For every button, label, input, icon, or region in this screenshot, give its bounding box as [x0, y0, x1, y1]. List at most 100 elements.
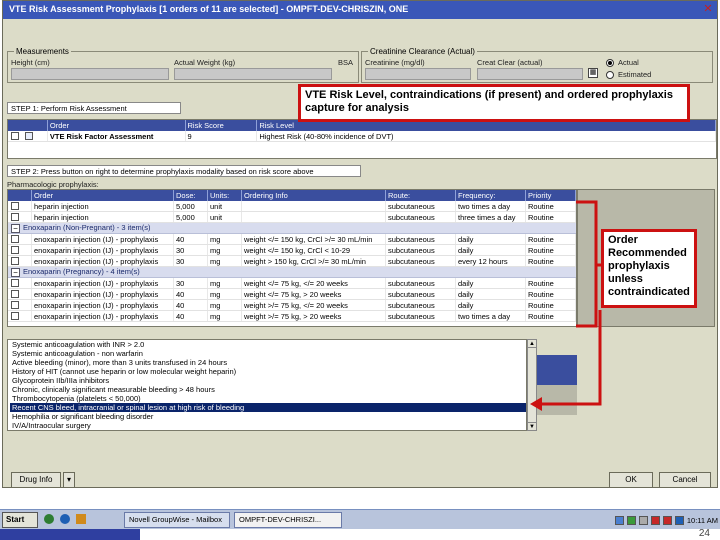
- window-title: VTE Risk Assessment Prophylaxis [1 order…: [3, 1, 717, 19]
- table-row[interactable]: enoxaparin injection (IJ) - prophylaxis 4…: [8, 300, 576, 311]
- height-field[interactable]: [11, 68, 169, 80]
- taskbar-item-ompft[interactable]: OMPFT-DEV-CHRISZI...: [234, 512, 342, 528]
- list-item[interactable]: Chronic, clinically significant measurab…: [10, 385, 526, 394]
- row-checkbox-cell[interactable]: [8, 311, 32, 321]
- cell-order: enoxaparin injection (IJ) - prophylaxis: [32, 234, 174, 244]
- scroll-down-icon[interactable]: ▼: [528, 422, 536, 430]
- cell-units: mg: [208, 311, 242, 321]
- checkbox[interactable]: [11, 279, 19, 287]
- close-icon[interactable]: ✕: [703, 4, 713, 15]
- volume-icon[interactable]: [638, 515, 648, 525]
- cell-order: enoxaparin injection (IJ) - prophylaxis: [32, 256, 174, 266]
- calculator-icon[interactable]: ▦: [588, 68, 598, 78]
- cell-route: subcutaneous: [386, 245, 456, 255]
- security-icon[interactable]: [626, 515, 636, 525]
- creatinine-field[interactable]: [365, 68, 471, 80]
- header-units: Units:: [208, 190, 242, 201]
- cell-frequency: daily: [456, 278, 526, 288]
- checkbox[interactable]: [11, 312, 19, 320]
- estimated-radio[interactable]: [606, 71, 614, 79]
- group-header[interactable]: − Enoxaparin (Pregnancy) - 4 item(s): [8, 267, 576, 278]
- list-item[interactable]: Hemophilia or significant bleeding disor…: [10, 412, 526, 421]
- cancel-button[interactable]: Cancel: [659, 472, 711, 488]
- checkbox[interactable]: [11, 235, 19, 243]
- list-item[interactable]: Recent CNS bleed, intracranial or spinal…: [10, 403, 526, 412]
- row-checkbox-cell[interactable]: [8, 256, 32, 266]
- header-order: Order: [48, 120, 186, 131]
- taskbar-item-groupwise[interactable]: Novell GroupWise - Mailbox: [124, 512, 230, 528]
- checkbox[interactable]: [11, 132, 19, 140]
- crcl-field[interactable]: [477, 68, 583, 80]
- table-row[interactable]: enoxaparin injection (IJ) - prophylaxis 3…: [8, 278, 576, 289]
- row-checkbox-cell[interactable]: [8, 300, 32, 310]
- cell-dose: 40: [174, 289, 208, 299]
- top-callout: VTE Risk Level, contraindications (if pr…: [298, 84, 690, 122]
- cell-order: enoxaparin injection (IJ) - prophylaxis: [32, 289, 174, 299]
- weight-field[interactable]: [174, 68, 332, 80]
- collapse-icon[interactable]: −: [11, 268, 20, 277]
- ok-button[interactable]: OK: [609, 472, 653, 488]
- actual-label: Actual: [618, 58, 639, 67]
- table-row[interactable]: enoxaparin injection (IJ) - prophylaxis 4…: [8, 289, 576, 300]
- document-icon: [25, 132, 33, 140]
- checkbox[interactable]: [11, 301, 19, 309]
- row-checkbox-cell[interactable]: [8, 201, 32, 211]
- row-checkbox-cell[interactable]: [8, 289, 32, 299]
- contraindication-list[interactable]: Systemic anticoagulation with INR > 2.0 S…: [7, 339, 527, 431]
- cell-route: subcutaneous: [386, 256, 456, 266]
- row-checkbox-cell[interactable]: [8, 131, 48, 141]
- header-frequency: Frequency:: [456, 190, 526, 201]
- cell-frequency: daily: [456, 289, 526, 299]
- start-button[interactable]: Start: [2, 512, 38, 528]
- table-row[interactable]: enoxaparin injection (IJ) - prophylaxis 4…: [8, 311, 576, 322]
- mail-icon[interactable]: [650, 515, 660, 525]
- list-item[interactable]: Active bleeding (minor), more than 3 uni…: [10, 358, 526, 367]
- table-row[interactable]: heparin injection 5,000 unit subcutaneous tw…: [8, 201, 576, 212]
- row-checkbox-cell[interactable]: [8, 234, 32, 244]
- cell-route: subcutaneous: [386, 311, 456, 321]
- right-callout: Order Recommended prophylaxis unless con…: [601, 229, 697, 308]
- table-row[interactable]: enoxaparin injection (IJ) - prophylaxis 3…: [8, 256, 576, 267]
- cell-route: subcutaneous: [386, 234, 456, 244]
- drug-info-button[interactable]: Drug Info: [11, 472, 61, 488]
- checkbox[interactable]: [11, 202, 19, 210]
- folder-icon[interactable]: [76, 514, 86, 524]
- list-item[interactable]: Systemic anticoagulation with INR > 2.0: [10, 340, 526, 349]
- group-header[interactable]: − Enoxaparin (Non-Pregnant) - 3 item(s): [8, 223, 576, 234]
- clock: 10:11 AM: [686, 515, 718, 525]
- alert-icon[interactable]: [662, 515, 672, 525]
- table-row[interactable]: enoxaparin injection (IJ) - prophylaxis 3…: [8, 245, 576, 256]
- checkbox[interactable]: [11, 213, 19, 221]
- list-item[interactable]: Glycoprotein IIb/IIIa inhibitors: [10, 376, 526, 385]
- list-item[interactable]: Thrombocytopenia (platelets < 50,000): [10, 394, 526, 403]
- actual-radio[interactable]: [606, 59, 614, 67]
- table-row[interactable]: enoxaparin injection (IJ) - prophylaxis 4…: [8, 234, 576, 245]
- list-item[interactable]: History of HIT (cannot use heparin or lo…: [10, 367, 526, 376]
- measurements-legend: Measurements: [14, 47, 71, 56]
- row-checkbox-cell[interactable]: [8, 245, 32, 255]
- page-number: 24: [698, 528, 710, 539]
- drug-info-dropdown-icon[interactable]: ▾: [63, 472, 75, 488]
- cell-ordering-info: weight </= 75 kg, </= 20 weeks: [242, 278, 386, 288]
- browser-icon[interactable]: [60, 514, 70, 524]
- quicklaunch-icon[interactable]: [44, 514, 54, 524]
- list-item[interactable]: Systemic anticoagulation - non warfarin: [10, 349, 526, 358]
- checkbox[interactable]: [11, 290, 19, 298]
- table-row[interactable]: heparin injection 5,000 unit subcutaneous th…: [8, 212, 576, 223]
- list-item[interactable]: IV/A/Intraocular surgery: [10, 421, 526, 430]
- row-checkbox-cell[interactable]: [8, 278, 32, 288]
- checkbox[interactable]: [11, 257, 19, 265]
- cell-units: mg: [208, 300, 242, 310]
- collapse-icon[interactable]: −: [11, 224, 20, 233]
- table-row[interactable]: VTE Risk Factor Assessment 9 Highest Ris…: [8, 131, 716, 142]
- update-icon[interactable]: [674, 515, 684, 525]
- checkbox[interactable]: [11, 246, 19, 254]
- estimated-label: Estimated: [618, 70, 652, 79]
- cell-dose: 30: [174, 278, 208, 288]
- row-checkbox-cell[interactable]: [8, 212, 32, 222]
- creatinine-group: Creatinine Clearance (Actual) Creatinine…: [361, 47, 713, 83]
- header-route: Route:: [386, 190, 456, 201]
- creatinine-label: Creatinine (mg/dl): [365, 58, 425, 67]
- cell-units: unit: [208, 201, 242, 211]
- network-icon[interactable]: [614, 515, 624, 525]
